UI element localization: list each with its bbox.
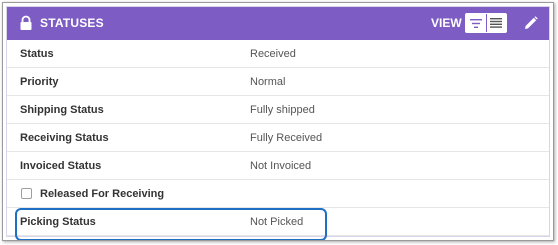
checkbox-label: Released For Receiving (40, 188, 165, 200)
compact-view-button[interactable] (466, 14, 487, 32)
field-value: Not Picked (250, 216, 304, 228)
field-row-priority: Priority Normal (7, 68, 549, 96)
field-label: Receiving Status (20, 132, 109, 144)
view-toggle[interactable] (465, 13, 507, 33)
field-row-shipping-status: Shipping Status Fully shipped (7, 96, 549, 124)
field-row-picking-status: Picking Status Not Picked (7, 208, 549, 236)
list-lines-icon (490, 18, 503, 28)
panel-header: STATUSES VIEW (7, 7, 549, 40)
lock-icon (20, 15, 32, 30)
field-row-status: Status Received (7, 40, 549, 68)
panel-title: STATUSES (40, 16, 104, 30)
field-row-receiving-status: Receiving Status Fully Received (7, 124, 549, 152)
field-value: Normal (250, 76, 286, 88)
screenshot-frame: STATUSES VIEW Status Received Priority N… (2, 2, 554, 241)
pencil-icon[interactable] (524, 16, 538, 30)
filter-lines-icon (469, 18, 482, 28)
released-for-receiving-checkbox[interactable] (21, 188, 32, 199)
field-value: Fully Received (250, 132, 323, 144)
statuses-panel: STATUSES VIEW Status Received Priority N… (6, 6, 550, 240)
field-label: Priority (20, 76, 59, 88)
field-label: Status (20, 48, 54, 60)
field-value: Fully shipped (250, 104, 315, 116)
view-label: VIEW (431, 16, 462, 30)
field-label: Invoiced Status (20, 160, 102, 172)
field-value: Not Invoiced (250, 160, 312, 172)
full-view-button[interactable] (486, 14, 506, 32)
field-label: Shipping Status (20, 104, 104, 116)
field-row-released-for-receiving: Released For Receiving (7, 180, 549, 208)
field-value: Received (250, 48, 296, 60)
field-row-invoiced-status: Invoiced Status Not Invoiced (7, 152, 549, 180)
field-label: Picking Status (20, 216, 96, 228)
